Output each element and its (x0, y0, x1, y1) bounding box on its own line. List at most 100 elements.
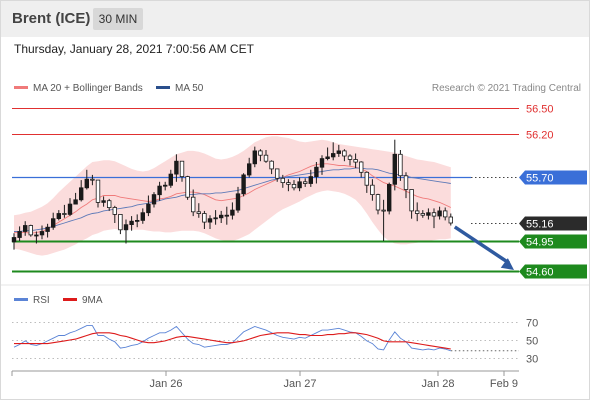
level-label-support: 54.95 (526, 237, 554, 249)
candle-body (84, 178, 89, 189)
rsi-tick-label: 30 (526, 354, 538, 366)
legend-ma20-label: MA 20 + Bollinger Bands (33, 83, 143, 94)
candle-body (79, 187, 84, 201)
candle-body (426, 212, 431, 216)
candle-body (218, 214, 224, 219)
chart-canvas: MA 20 + Bollinger Bands MA 50 Research ©… (1, 83, 589, 390)
legend-rsi-label: RSI (33, 295, 50, 306)
candle-body (291, 183, 297, 189)
level-label-last: 55.16 (526, 219, 554, 231)
candle-body (28, 225, 33, 236)
credit-text: Research © 2021 Trading Central (432, 83, 581, 94)
candle-body (146, 203, 151, 214)
candle-body (252, 150, 257, 165)
legend-rsi-swatch (14, 298, 28, 301)
chart-widget: Brent (ICE) 30 MIN Thursday, January 28,… (0, 0, 590, 400)
candle-body (386, 183, 392, 212)
candle-body (230, 209, 235, 216)
level-label-pivot: 55.70 (526, 173, 554, 185)
legend-ma50-swatch (156, 86, 170, 89)
candle-body (358, 161, 364, 173)
candle-body (39, 231, 45, 236)
candle-body (90, 178, 95, 181)
level-label-resistance: 56.20 (526, 130, 554, 142)
candle-body (297, 181, 302, 189)
candle-body (235, 193, 241, 211)
candle-body (364, 171, 369, 186)
candle-body (381, 209, 386, 212)
candle-body (409, 189, 414, 212)
candle-body (420, 213, 425, 216)
candle-body (246, 163, 252, 176)
candle-body (179, 160, 185, 177)
candle-body (157, 185, 162, 196)
candle-body (342, 150, 347, 157)
legend-ma50-label: MA 50 (175, 83, 204, 94)
candle-body (280, 177, 285, 184)
candle-body (302, 181, 308, 184)
candle-body (241, 174, 246, 195)
candle-body (162, 184, 168, 187)
candle-body (73, 199, 78, 205)
candle-body (286, 182, 291, 185)
x-tick-label: Jan 27 (283, 378, 316, 390)
candle-body (263, 154, 269, 162)
price-level-labels: 56.50 56.20 55.70 55.16 54.95 54.60 (519, 104, 587, 279)
candle-body (17, 231, 22, 238)
rsi-tick-label: 50 (526, 336, 538, 348)
candle-body (190, 196, 196, 213)
candle-body (196, 211, 201, 214)
candle-body (330, 153, 336, 158)
candle-body (95, 179, 101, 203)
candle-body (392, 153, 397, 185)
candle-body (151, 194, 157, 205)
level-label-resistance: 56.50 (526, 104, 554, 116)
candle-body (112, 207, 117, 215)
candle-body (174, 160, 179, 175)
candle-body (67, 203, 73, 215)
x-axis-ticks: Jan 26 Jan 27 Jan 28 Feb 9 (11, 371, 518, 390)
candle-body (62, 213, 67, 215)
candle-body (22, 225, 28, 232)
candle-body (353, 159, 358, 163)
candle-body (269, 160, 274, 170)
candle-body (224, 214, 229, 217)
candle-body (308, 176, 313, 184)
candle-body (325, 156, 330, 159)
candle-body (207, 218, 213, 223)
candle-body (168, 173, 173, 186)
candle-body (56, 213, 61, 219)
candle-body (442, 210, 448, 218)
candle-body (403, 175, 409, 190)
candle-body (437, 210, 442, 217)
candle-body (336, 150, 341, 154)
x-tick-label: Jan 28 (421, 378, 454, 390)
candle-body (370, 184, 375, 195)
candle-body (274, 168, 280, 179)
candle-body (11, 237, 17, 243)
candle-body (213, 217, 218, 220)
candle-body (101, 200, 106, 203)
candle-body (448, 216, 453, 224)
candle-body (51, 218, 56, 228)
candle-body (398, 153, 403, 177)
candle-body (431, 212, 437, 217)
forecast-arrow-shaft (453, 225, 510, 265)
rsi-tick-label: 70 (526, 318, 538, 330)
candle-body (129, 220, 134, 225)
candle-body (118, 213, 123, 231)
candle-body (375, 194, 381, 211)
candle-body (347, 155, 353, 160)
legend-ma20-swatch (14, 86, 28, 89)
candle-body (140, 212, 145, 221)
x-tick-label: Jan 26 (149, 378, 182, 390)
candle-body (258, 150, 263, 156)
candle-body (314, 166, 319, 177)
candle-body (185, 176, 190, 198)
legend-9ma-swatch (63, 298, 77, 301)
candle-body (414, 210, 420, 214)
candle-body (107, 200, 112, 208)
legend-9ma-label: 9MA (82, 295, 103, 306)
x-tick-label: Feb 9 (490, 378, 518, 390)
candle-body (123, 224, 129, 231)
